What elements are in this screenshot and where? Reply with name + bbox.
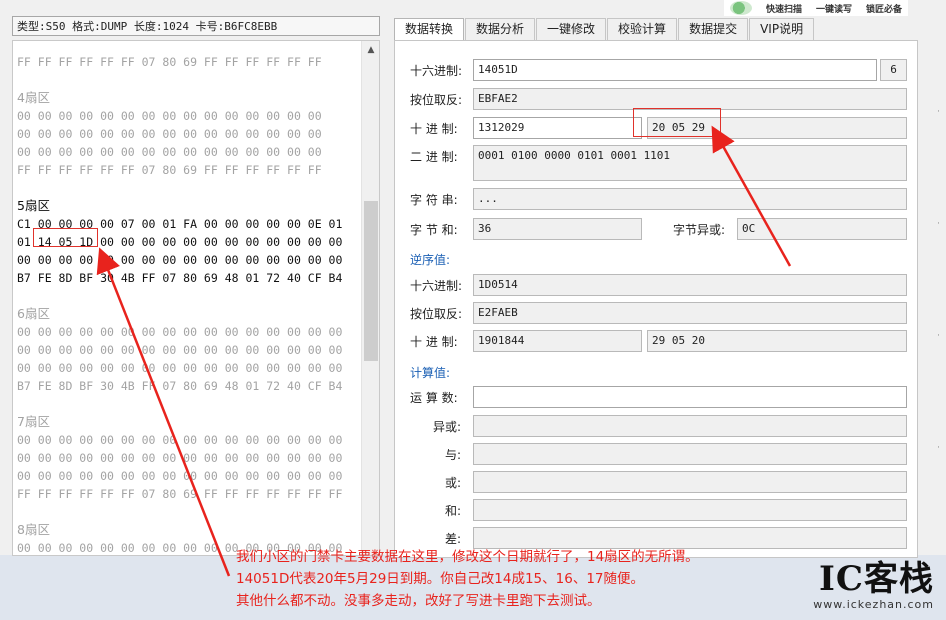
highlight-dec-date — [633, 108, 721, 137]
calc-section-title: 计算值: — [410, 366, 451, 380]
hex-row: B7 FE 8D BF 30 4B FF 07 80 69 48 01 72 4… — [17, 379, 343, 393]
byte-xor-field: 0C — [737, 218, 907, 240]
operand-label: 运 算 数: — [410, 391, 458, 405]
hex-dump-content: FF FF FF FF FF FF 07 80 69 FF FF FF FF F… — [17, 53, 357, 555]
brand-name: IC客栈 — [819, 559, 934, 599]
string-label: 字 符 串: — [410, 193, 458, 207]
quick-scan-button[interactable]: 快速扫描 — [766, 2, 802, 15]
string-field: ... — [473, 188, 907, 210]
reverse-section-title: 逆序值: — [410, 253, 451, 267]
byte-sum-label: 字 节 和: — [410, 223, 458, 237]
rev-dec-bytes-field: 29 05 20 — [647, 330, 907, 352]
rev-dec-label: 十 进 制: — [410, 335, 458, 349]
hex-row: 00 00 00 00 00 00 00 00 00 00 00 00 00 0… — [17, 469, 343, 483]
rev-invert-field: E2FAEB — [473, 302, 907, 324]
tab-bar: 数据转换 数据分析 一键修改 校验计算 数据提交 VIP说明 — [394, 18, 815, 41]
annotation-text: 我们小区的门禁卡主要数据在这里，修改这个日期就行了，14扇区的无所谓。 1405… — [236, 546, 699, 612]
tool-panel: 数据转换 数据分析 一键修改 校验计算 数据提交 VIP说明 十六进制: 140… — [394, 18, 918, 558]
sector-gap — [17, 179, 357, 197]
highlight-hex-date — [33, 228, 98, 247]
bin-field: 0001 0100 0000 0101 0001 1101 — [473, 145, 907, 181]
dec-input[interactable]: 1312029 — [473, 117, 642, 139]
sector-title: 7扇区 — [17, 414, 50, 429]
or-result-field — [473, 471, 907, 493]
hex-length: 6 — [880, 59, 907, 81]
and-label: 与: — [445, 448, 462, 462]
byte-sum-field: 36 — [473, 218, 642, 240]
hex-row: 00 00 00 00 00 00 00 00 00 00 00 00 00 0… — [17, 361, 343, 375]
lock-essential-button[interactable]: 锁匠必备 — [866, 2, 902, 15]
scroll-thumb[interactable] — [364, 201, 378, 361]
sector-gap — [17, 287, 357, 305]
brand-watermark: IC客栈 www.ickezhan.com — [813, 560, 934, 611]
app-window: 快速扫描 一键读写 锁匠必备 类型:S50 格式:DUMP 长度:1024 卡号… — [0, 0, 946, 558]
sum-result-field — [473, 499, 907, 521]
tab-one-key-modify[interactable]: 一键修改 — [536, 18, 607, 40]
top-toolbar: 快速扫描 一键读写 锁匠必备 — [723, 0, 908, 16]
bin-label: 二 进 制: — [410, 150, 458, 164]
dump-panel: 类型:S50 格式:DUMP 长度:1024 卡号:B6FC8EBB FF FF… — [12, 16, 380, 556]
sector-title: 5扇区 — [17, 198, 50, 213]
annotation-line-3: 其他什么都不动。没事多走动，改好了写进卡里跑下去测试。 — [236, 593, 601, 609]
hex-label: 十六进制: — [410, 64, 463, 78]
annotation-line-1: 我们小区的门禁卡主要数据在这里，修改这个日期就行了，14扇区的无所谓。 — [236, 549, 699, 565]
app-logo-icon — [729, 1, 752, 15]
vertical-scrollbar[interactable]: ▲ — [361, 41, 379, 555]
hex-row: 00 00 00 00 00 00 00 00 00 00 00 00 00 0… — [17, 343, 343, 357]
sector-title: 6扇区 — [17, 306, 50, 321]
hex-row: FF FF FF FF FF FF 07 80 69 FF FF FF FF F… — [17, 55, 322, 69]
sector-gap — [17, 71, 357, 89]
tab-checksum[interactable]: 校验计算 — [607, 18, 678, 40]
hex-row: 00 00 00 00 00 00 00 00 00 00 00 00 00 0… — [17, 109, 322, 123]
invert-label: 按位取反: — [410, 93, 463, 107]
hex-row: 00 00 00 00 00 00 00 00 00 00 00 00 00 0… — [17, 145, 322, 159]
rev-dec-field: 1901844 — [473, 330, 642, 352]
hex-row: B7 FE 8D BF 30 4B FF 07 80 69 48 01 72 4… — [17, 271, 343, 285]
rev-hex-label: 十六进制: — [410, 279, 463, 293]
hex-row: 00 00 00 00 00 00 00 00 00 00 00 00 00 0… — [17, 433, 343, 447]
annotation-line-2: 14051D代表20年5月29日到期。你自己改14成15、16、17随便。 — [236, 571, 644, 587]
scroll-up-icon[interactable]: ▲ — [362, 45, 379, 59]
one-key-rw-button[interactable]: 一键读写 — [816, 2, 852, 15]
operand-input[interactable] — [473, 386, 907, 408]
rev-hex-field: 1D0514 — [473, 274, 907, 296]
diff-label: 差: — [445, 532, 462, 546]
sector-gap — [17, 503, 357, 521]
xor-label: 异或: — [433, 420, 462, 434]
hex-input[interactable]: 14051D — [473, 59, 877, 81]
hex-row: 00 00 00 00 00 00 00 00 00 00 00 00 00 0… — [17, 451, 343, 465]
hex-row: FF FF FF FF FF FF 07 80 69 FF FF FF FF F… — [17, 487, 343, 501]
hex-row: 00 00 00 00 00 00 00 00 00 00 00 00 00 0… — [17, 127, 322, 141]
and-result-field — [473, 443, 907, 465]
sector-gap — [17, 395, 357, 413]
tab-data-submit[interactable]: 数据提交 — [678, 18, 749, 40]
sector-title: 4扇区 — [17, 90, 50, 105]
invert-field: EBFAE2 — [473, 88, 907, 110]
dec-label: 十 进 制: — [410, 122, 458, 136]
hex-row: 00 00 00 00 00 00 00 00 00 00 00 00 00 0… — [17, 325, 343, 339]
tab-data-convert[interactable]: 数据转换 — [394, 18, 465, 41]
window-edge-marks: · · · · — [937, 107, 940, 453]
tab-data-analysis[interactable]: 数据分析 — [465, 18, 536, 40]
tab-vip-info[interactable]: VIP说明 — [749, 18, 815, 40]
sum-label: 和: — [445, 504, 462, 518]
xor-result-field — [473, 415, 907, 437]
hex-row: 00 00 00 00 00 00 00 00 00 00 00 00 00 0… — [17, 253, 343, 267]
or-label: 或: — [445, 476, 462, 490]
card-info-bar: 类型:S50 格式:DUMP 长度:1024 卡号:B6FC8EBB — [12, 16, 380, 36]
rev-invert-label: 按位取反: — [410, 307, 463, 321]
sector-title: 8扇区 — [17, 522, 50, 537]
brand-url: www.ickezhan.com — [813, 598, 934, 611]
hex-dump-view[interactable]: FF FF FF FF FF FF 07 80 69 FF FF FF FF F… — [12, 40, 380, 556]
byte-xor-label: 字节异或: — [673, 223, 726, 237]
hex-row: FF FF FF FF FF FF 07 80 69 FF FF FF FF F… — [17, 163, 322, 177]
